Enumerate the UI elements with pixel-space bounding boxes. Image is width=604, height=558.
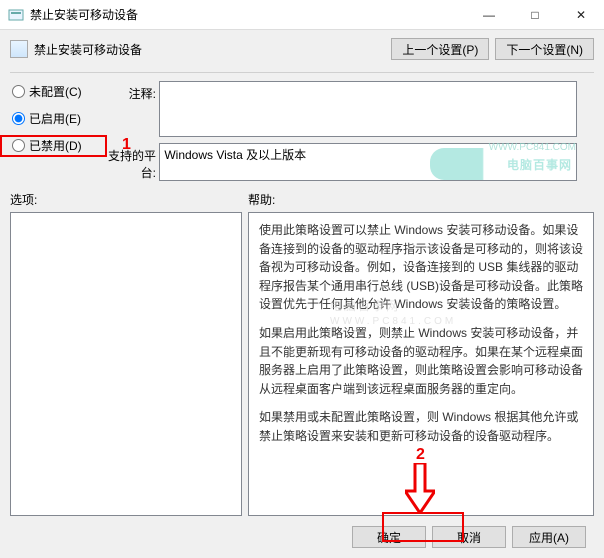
radio-enabled-label: 已启用(E)	[29, 110, 81, 127]
lower-panes: 使用此策略设置可以禁止 Windows 安装可移动设备。如果设备连接到的设备的驱…	[10, 212, 594, 516]
fields-col: 注释: 支持的平台: Windows Vista 及以上版本	[98, 81, 594, 181]
close-button[interactable]: ✕	[558, 0, 604, 30]
cancel-button[interactable]: 取消	[432, 526, 506, 548]
policy-icon	[10, 40, 28, 58]
help-p3: 如果禁用或未配置此策略设置，则 Windows 根据其他允许或禁止策略设置来安装…	[259, 408, 583, 445]
help-label: 帮助:	[248, 191, 275, 208]
radio-disabled[interactable]: 已禁用(D)	[10, 137, 92, 154]
help-p1: 使用此策略设置可以禁止 Windows 安装可移动设备。如果设备连接到的设备的驱…	[259, 221, 583, 314]
annotation-number-2: 2	[416, 446, 425, 464]
radio-not-configured[interactable]: 未配置(C)	[10, 83, 92, 100]
annotation-label: 注释:	[98, 81, 156, 102]
content: 禁止安装可移动设备 上一个设置(P) 下一个设置(N) 未配置(C) 已启用(E…	[0, 30, 604, 558]
window-title: 禁止安装可移动设备	[30, 6, 138, 23]
header-row: 禁止安装可移动设备 上一个设置(P) 下一个设置(N)	[10, 38, 594, 60]
minimize-button[interactable]: —	[466, 0, 512, 30]
annotation-input[interactable]	[159, 81, 577, 137]
radio-disabled-input[interactable]	[12, 139, 25, 152]
button-row: 确定 取消 应用(A)	[10, 516, 594, 548]
radio-disabled-label: 已禁用(D)	[29, 137, 82, 154]
radio-enabled-input[interactable]	[12, 112, 25, 125]
apply-button[interactable]: 应用(A)	[512, 526, 586, 548]
titlebar: 禁止安装可移动设备 — □ ✕	[0, 0, 604, 30]
radio-group: 未配置(C) 已启用(E) 已禁用(D)	[10, 81, 92, 181]
page-title: 禁止安装可移动设备	[34, 41, 142, 58]
config-row: 未配置(C) 已启用(E) 已禁用(D) 注释: 支持的平台: Windows …	[10, 81, 594, 181]
platform-value: Windows Vista 及以上版本	[159, 143, 577, 181]
options-label: 选项:	[10, 191, 248, 208]
annotation-number-1: 1	[122, 136, 131, 154]
app-icon	[8, 7, 24, 23]
divider	[10, 72, 594, 73]
ok-button[interactable]: 确定	[352, 526, 426, 548]
section-labels: 选项: 帮助:	[10, 191, 594, 208]
platform-text: Windows Vista 及以上版本	[164, 148, 306, 162]
prev-setting-button[interactable]: 上一个设置(P)	[391, 38, 489, 60]
radio-enabled[interactable]: 已启用(E)	[10, 110, 92, 127]
options-pane	[10, 212, 242, 516]
help-p2: 如果启用此策略设置，则禁止 Windows 安装可移动设备，并且不能更新现有可移…	[259, 324, 583, 398]
radio-not-configured-label: 未配置(C)	[29, 83, 82, 100]
radio-not-configured-input[interactable]	[12, 85, 25, 98]
help-pane: 使用此策略设置可以禁止 Windows 安装可移动设备。如果设备连接到的设备的驱…	[248, 212, 594, 516]
maximize-button[interactable]: □	[512, 0, 558, 30]
next-setting-button[interactable]: 下一个设置(N)	[495, 38, 594, 60]
